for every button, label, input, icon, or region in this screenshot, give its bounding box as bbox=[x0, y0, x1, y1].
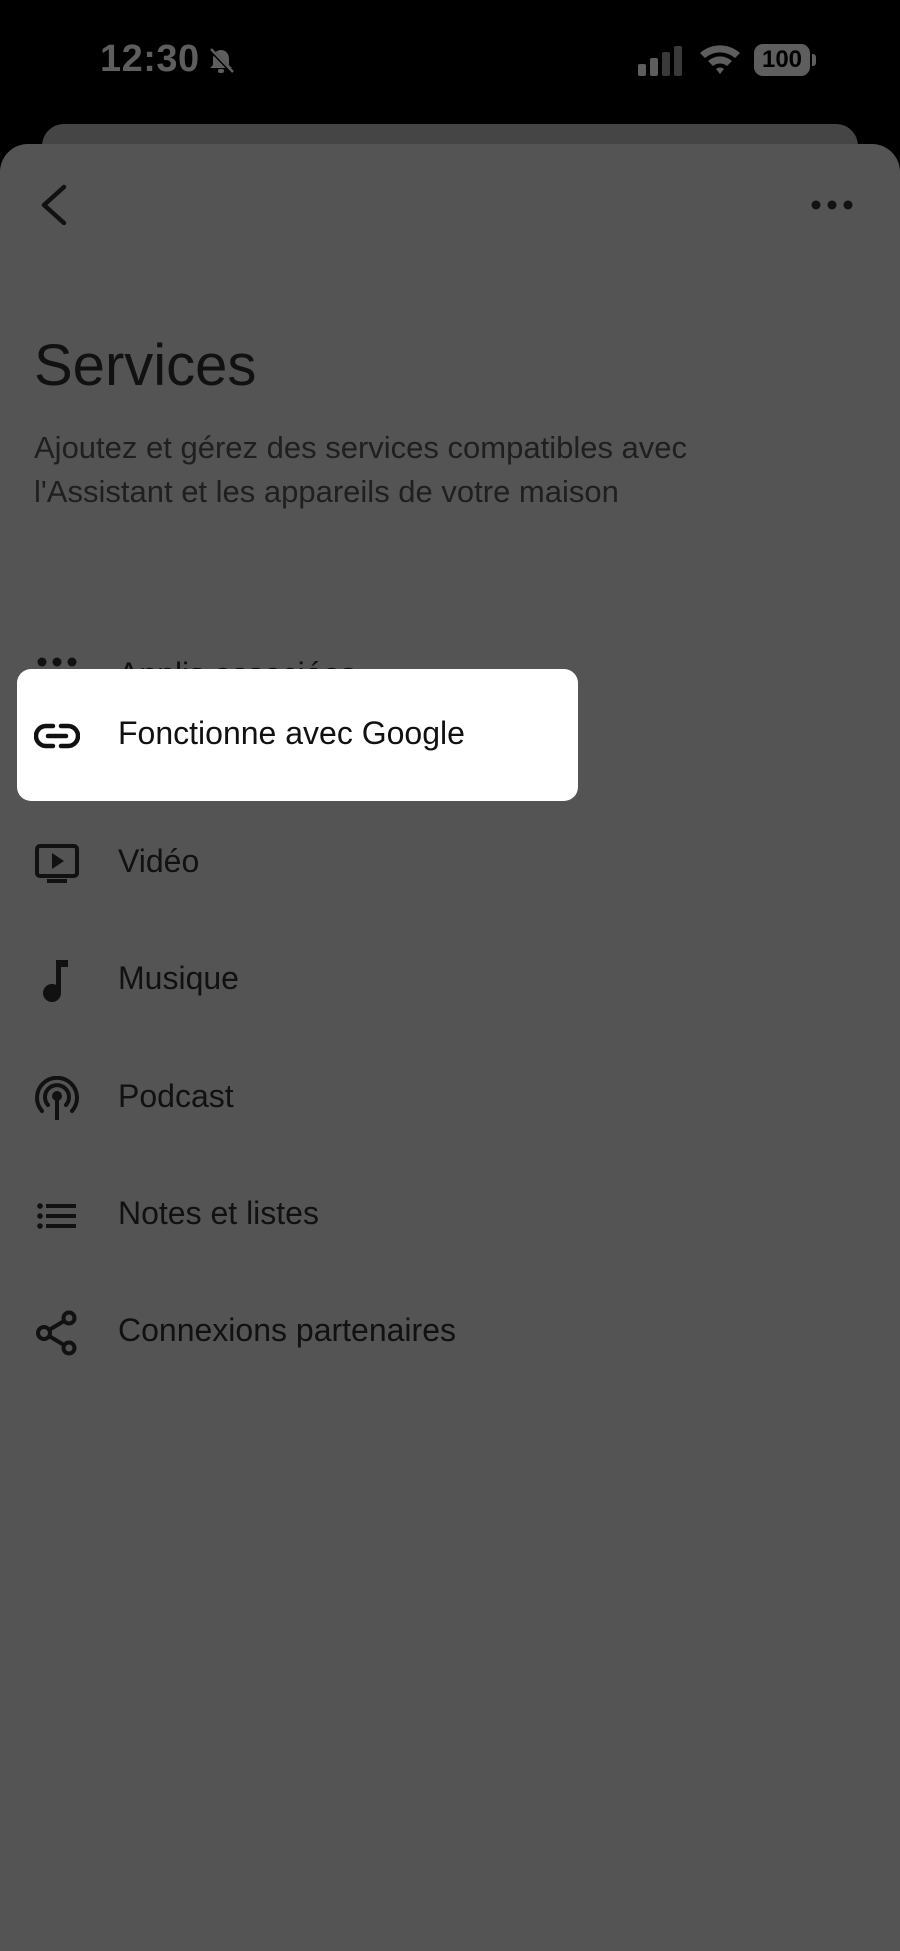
bell-off-icon bbox=[208, 47, 235, 75]
menu-item-musique[interactable]: Musique bbox=[17, 918, 578, 1036]
battery-tip bbox=[812, 54, 816, 66]
music-note-icon bbox=[43, 960, 68, 1002]
cellular-signal-icon bbox=[638, 46, 682, 76]
menu-item-label: Vidéo bbox=[118, 843, 200, 879]
battery-indicator: 100 bbox=[754, 44, 816, 76]
subtitle-line-1: Ajoutez et gérez des services compatible… bbox=[34, 430, 688, 465]
menu-item-label: Fonctionne avec Google bbox=[118, 715, 465, 751]
status-time: 12:30 bbox=[100, 38, 200, 80]
menu-item-label: Podcast bbox=[118, 1078, 234, 1114]
more-options-icon[interactable] bbox=[808, 190, 856, 220]
menu-item-notes-et-listes[interactable]: Notes et listes bbox=[17, 1153, 578, 1271]
back-arrow-icon[interactable] bbox=[30, 179, 78, 231]
menu-item-label: Notes et listes bbox=[118, 1195, 319, 1231]
wifi-icon bbox=[700, 45, 740, 74]
battery-level: 100 bbox=[754, 44, 810, 76]
page-title: Services bbox=[34, 333, 257, 398]
menu-item-podcast[interactable]: Podcast bbox=[17, 1036, 578, 1154]
menu-item-label: Connexions partenaires bbox=[118, 1312, 456, 1348]
share-icon bbox=[36, 1310, 77, 1356]
page-subtitle: Ajoutez et gérez des services compatible… bbox=[34, 426, 834, 514]
link-icon bbox=[34, 723, 80, 749]
podcast-icon bbox=[35, 1076, 79, 1120]
status-bar: 12:30 100 bbox=[0, 0, 900, 120]
menu-item-video[interactable]: Vidéo bbox=[17, 801, 578, 919]
subtitle-line-2: l'Assistant et les appareils de votre ma… bbox=[34, 474, 619, 509]
menu-item-label: Musique bbox=[118, 960, 239, 996]
menu-item-connexions-partenaires[interactable]: Connexions partenaires bbox=[17, 1270, 578, 1388]
tv-play-icon bbox=[35, 844, 79, 883]
list-icon bbox=[37, 1203, 76, 1229]
services-sheet: Services Ajoutez et gérez des services c… bbox=[0, 144, 900, 1951]
menu-item-fonctionne-avec-google[interactable]: Fonctionne avec Google bbox=[17, 669, 578, 801]
